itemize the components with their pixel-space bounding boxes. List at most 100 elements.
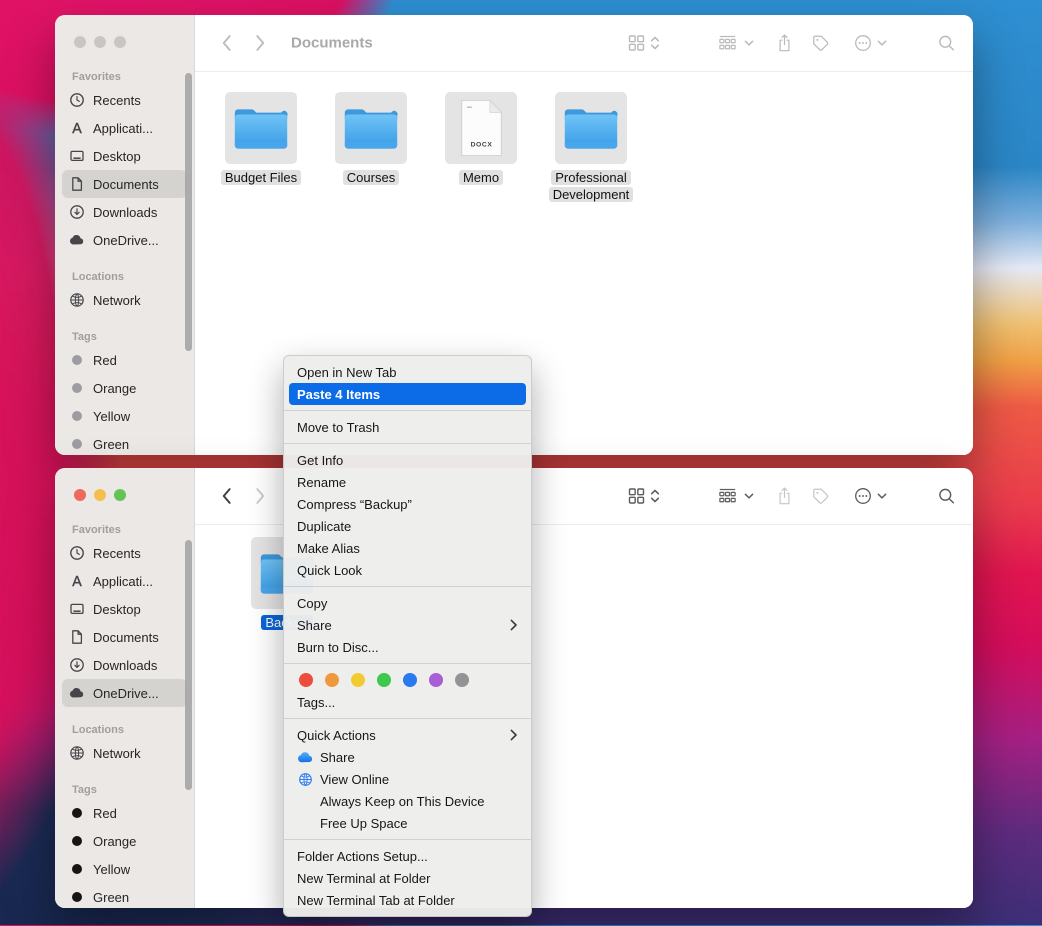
sidebar-item-recents[interactable]: Recents [62,539,187,567]
grid-view-icon[interactable] [628,488,645,505]
chevron-down-icon[interactable] [877,492,887,500]
tag-color-dot[interactable] [351,673,365,687]
minimize-button[interactable] [94,489,106,501]
menu-item-compress-backup[interactable]: Compress “Backup” [284,493,531,515]
more-icon[interactable] [854,487,872,505]
menu-item-copy[interactable]: Copy [284,592,531,614]
file-budget-files[interactable]: Budget Files [217,92,305,186]
grid-view-icon[interactable] [628,35,645,52]
sidebar-item-downloads[interactable]: Downloads [62,198,187,226]
menu-item-label: Copy [297,596,518,611]
file-icon-tile [335,92,407,164]
sidebar-item-desktop[interactable]: Desktop [62,142,187,170]
sidebar-item-yellow[interactable]: Yellow [62,402,187,430]
file-courses[interactable]: Courses [327,92,415,186]
menu-item-folder-actions-setup[interactable]: Folder Actions Setup... [284,845,531,867]
group-by-icon[interactable] [718,35,737,51]
menu-item-share[interactable]: Share [284,746,531,768]
sidebar-section-header: Locations [55,269,194,286]
menu-item-always-keep-on-this-device[interactable]: Always Keep on This Device [284,790,531,812]
sort-chevrons-icon[interactable] [649,488,661,505]
sidebar-item-desktop[interactable]: Desktop [62,595,187,623]
menu-item-open-in-new-tab[interactable]: Open in New Tab [284,361,531,383]
window-title: Documents [291,35,373,52]
tag-color-dot[interactable] [455,673,469,687]
back-button[interactable] [221,35,232,52]
sidebar-item-yellow[interactable]: Yellow [62,855,187,883]
sidebar-item-label: Network [93,746,141,761]
sidebar-item-orange[interactable]: Orange [62,827,187,855]
menu-item-new-terminal-at-folder[interactable]: New Terminal at Folder [284,867,531,889]
menu-item-paste-4-items[interactable]: Paste 4 Items [289,383,526,405]
applications-icon [69,573,85,589]
search-icon[interactable] [938,488,955,505]
sidebar-item-label: Desktop [93,602,141,617]
back-button[interactable] [221,488,232,505]
menu-item-tags[interactable]: Tags... [284,691,531,713]
folder-icon [342,105,400,152]
zoom-button[interactable] [114,36,126,48]
tag-color-dot[interactable] [403,673,417,687]
minimize-button[interactable] [94,36,106,48]
window-controls[interactable] [74,489,126,501]
sidebar-item-label: Orange [93,381,136,396]
sidebar-item-documents[interactable]: Documents [62,623,187,651]
sidebar-item-green[interactable]: Green [62,883,187,911]
sidebar-item-downloads[interactable]: Downloads [62,651,187,679]
sidebar-item-onedrive[interactable]: OneDrive... [62,226,187,254]
sidebar-scrollbar[interactable] [185,540,192,790]
forward-button[interactable] [255,35,266,52]
sort-chevrons-icon[interactable] [649,35,661,52]
menu-item-view-online[interactable]: View Online [284,768,531,790]
chevron-down-icon[interactable] [877,39,887,47]
tag-color-dot[interactable] [299,673,313,687]
share-icon[interactable] [777,34,792,53]
menu-item-share[interactable]: Share [284,614,531,636]
menu-item-get-info[interactable]: Get Info [284,449,531,471]
menu-item-move-to-trash[interactable]: Move to Trash [284,416,531,438]
sidebar-item-applicati[interactable]: Applicati... [62,114,187,142]
sidebar-item-label: Applicati... [93,121,153,136]
menu-separator [284,663,531,664]
menu-item-quick-look[interactable]: Quick Look [284,559,531,581]
menu-item-quick-actions[interactable]: Quick Actions [284,724,531,746]
sidebar-item-label: Desktop [93,149,141,164]
tag-color-dot[interactable] [377,673,391,687]
menu-item-burn-to-disc[interactable]: Burn to Disc... [284,636,531,658]
zoom-button[interactable] [114,489,126,501]
sidebar-item-red[interactable]: Red [62,346,187,374]
share-icon[interactable] [777,487,792,506]
file-professional-development[interactable]: Professional Development [547,92,635,203]
sidebar-item-network[interactable]: Network [62,739,187,767]
menu-item-rename[interactable]: Rename [284,471,531,493]
tag-color-dot[interactable] [429,673,443,687]
file-memo[interactable]: DOCXMemo [437,92,525,186]
menu-item-free-up-space[interactable]: Free Up Space [284,812,531,834]
chevron-down-icon[interactable] [744,492,754,500]
submenu-chevron-icon [510,619,518,631]
search-icon[interactable] [938,35,955,52]
tag-icon[interactable] [812,488,829,505]
clock-icon [69,92,85,108]
group-by-icon[interactable] [718,488,737,504]
sidebar-item-orange[interactable]: Orange [62,374,187,402]
close-button[interactable] [74,489,86,501]
sidebar-item-onedrive[interactable]: OneDrive... [62,679,187,707]
globe-icon [69,292,85,308]
chevron-down-icon[interactable] [744,39,754,47]
forward-button[interactable] [255,488,266,505]
sidebar-item-network[interactable]: Network [62,286,187,314]
menu-item-make-alias[interactable]: Make Alias [284,537,531,559]
sidebar-item-documents[interactable]: Documents [62,170,187,198]
close-button[interactable] [74,36,86,48]
sidebar-item-red[interactable]: Red [62,799,187,827]
tag-icon[interactable] [812,35,829,52]
more-icon[interactable] [854,34,872,52]
sidebar-item-recents[interactable]: Recents [62,86,187,114]
menu-item-duplicate[interactable]: Duplicate [284,515,531,537]
sidebar-item-applicati[interactable]: Applicati... [62,567,187,595]
tag-color-dot[interactable] [325,673,339,687]
sidebar-scrollbar[interactable] [185,73,192,351]
sidebar-item-green[interactable]: Green [62,430,187,458]
menu-item-new-terminal-tab-at-folder[interactable]: New Terminal Tab at Folder [284,889,531,911]
